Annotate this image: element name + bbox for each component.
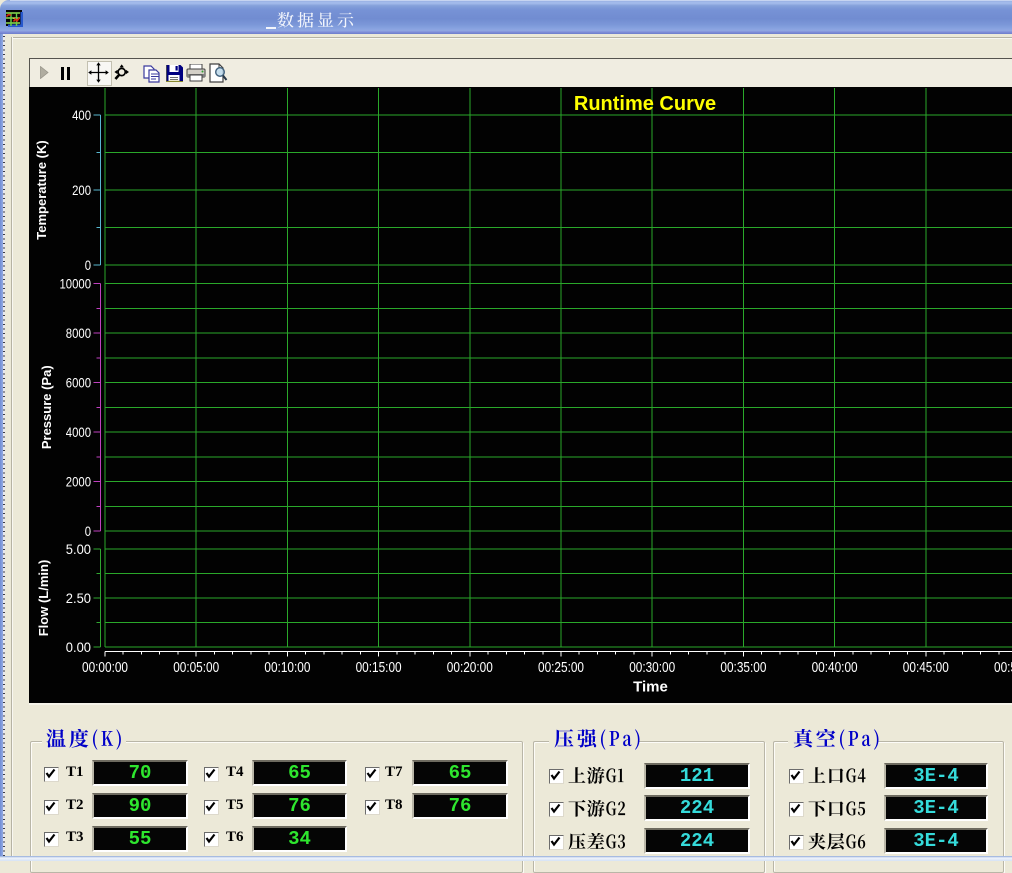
svg-text:Temperature (K): Temperature (K) [34, 140, 49, 239]
svg-text:2000: 2000 [66, 474, 91, 490]
svg-text:Time: Time [633, 679, 668, 696]
svg-text:00:25:00: 00:25:00 [538, 660, 584, 676]
svg-text:00:10:00: 00:10:00 [264, 660, 310, 676]
svg-text:2.50: 2.50 [66, 590, 91, 606]
svg-text:Pressure (Pa): Pressure (Pa) [39, 365, 54, 449]
svg-text:200: 200 [72, 182, 91, 198]
svg-text:00:30:00: 00:30:00 [629, 660, 675, 676]
svg-text:5.00: 5.00 [66, 541, 91, 557]
svg-text:0: 0 [85, 523, 91, 539]
svg-text:6000: 6000 [66, 375, 91, 391]
svg-text:10000: 10000 [60, 276, 92, 292]
svg-text:00:45:00: 00:45:00 [903, 660, 949, 676]
svg-text:00:00:00: 00:00:00 [82, 660, 128, 676]
svg-text:00:50:00: 00:50:00 [994, 660, 1012, 676]
svg-text:400: 400 [72, 107, 91, 123]
svg-text:0.00: 0.00 [66, 639, 91, 655]
svg-text:4000: 4000 [66, 424, 91, 440]
svg-text:Runtime Curve: Runtime Curve [574, 93, 716, 115]
svg-text:0: 0 [85, 257, 91, 273]
svg-text:00:20:00: 00:20:00 [447, 660, 493, 676]
svg-text:Flow (L/min): Flow (L/min) [36, 560, 51, 637]
svg-text:00:15:00: 00:15:00 [356, 660, 402, 676]
svg-text:8000: 8000 [66, 325, 91, 341]
svg-text:00:05:00: 00:05:00 [173, 660, 219, 676]
svg-text:00:35:00: 00:35:00 [720, 660, 766, 676]
svg-text:00:40:00: 00:40:00 [812, 660, 858, 676]
